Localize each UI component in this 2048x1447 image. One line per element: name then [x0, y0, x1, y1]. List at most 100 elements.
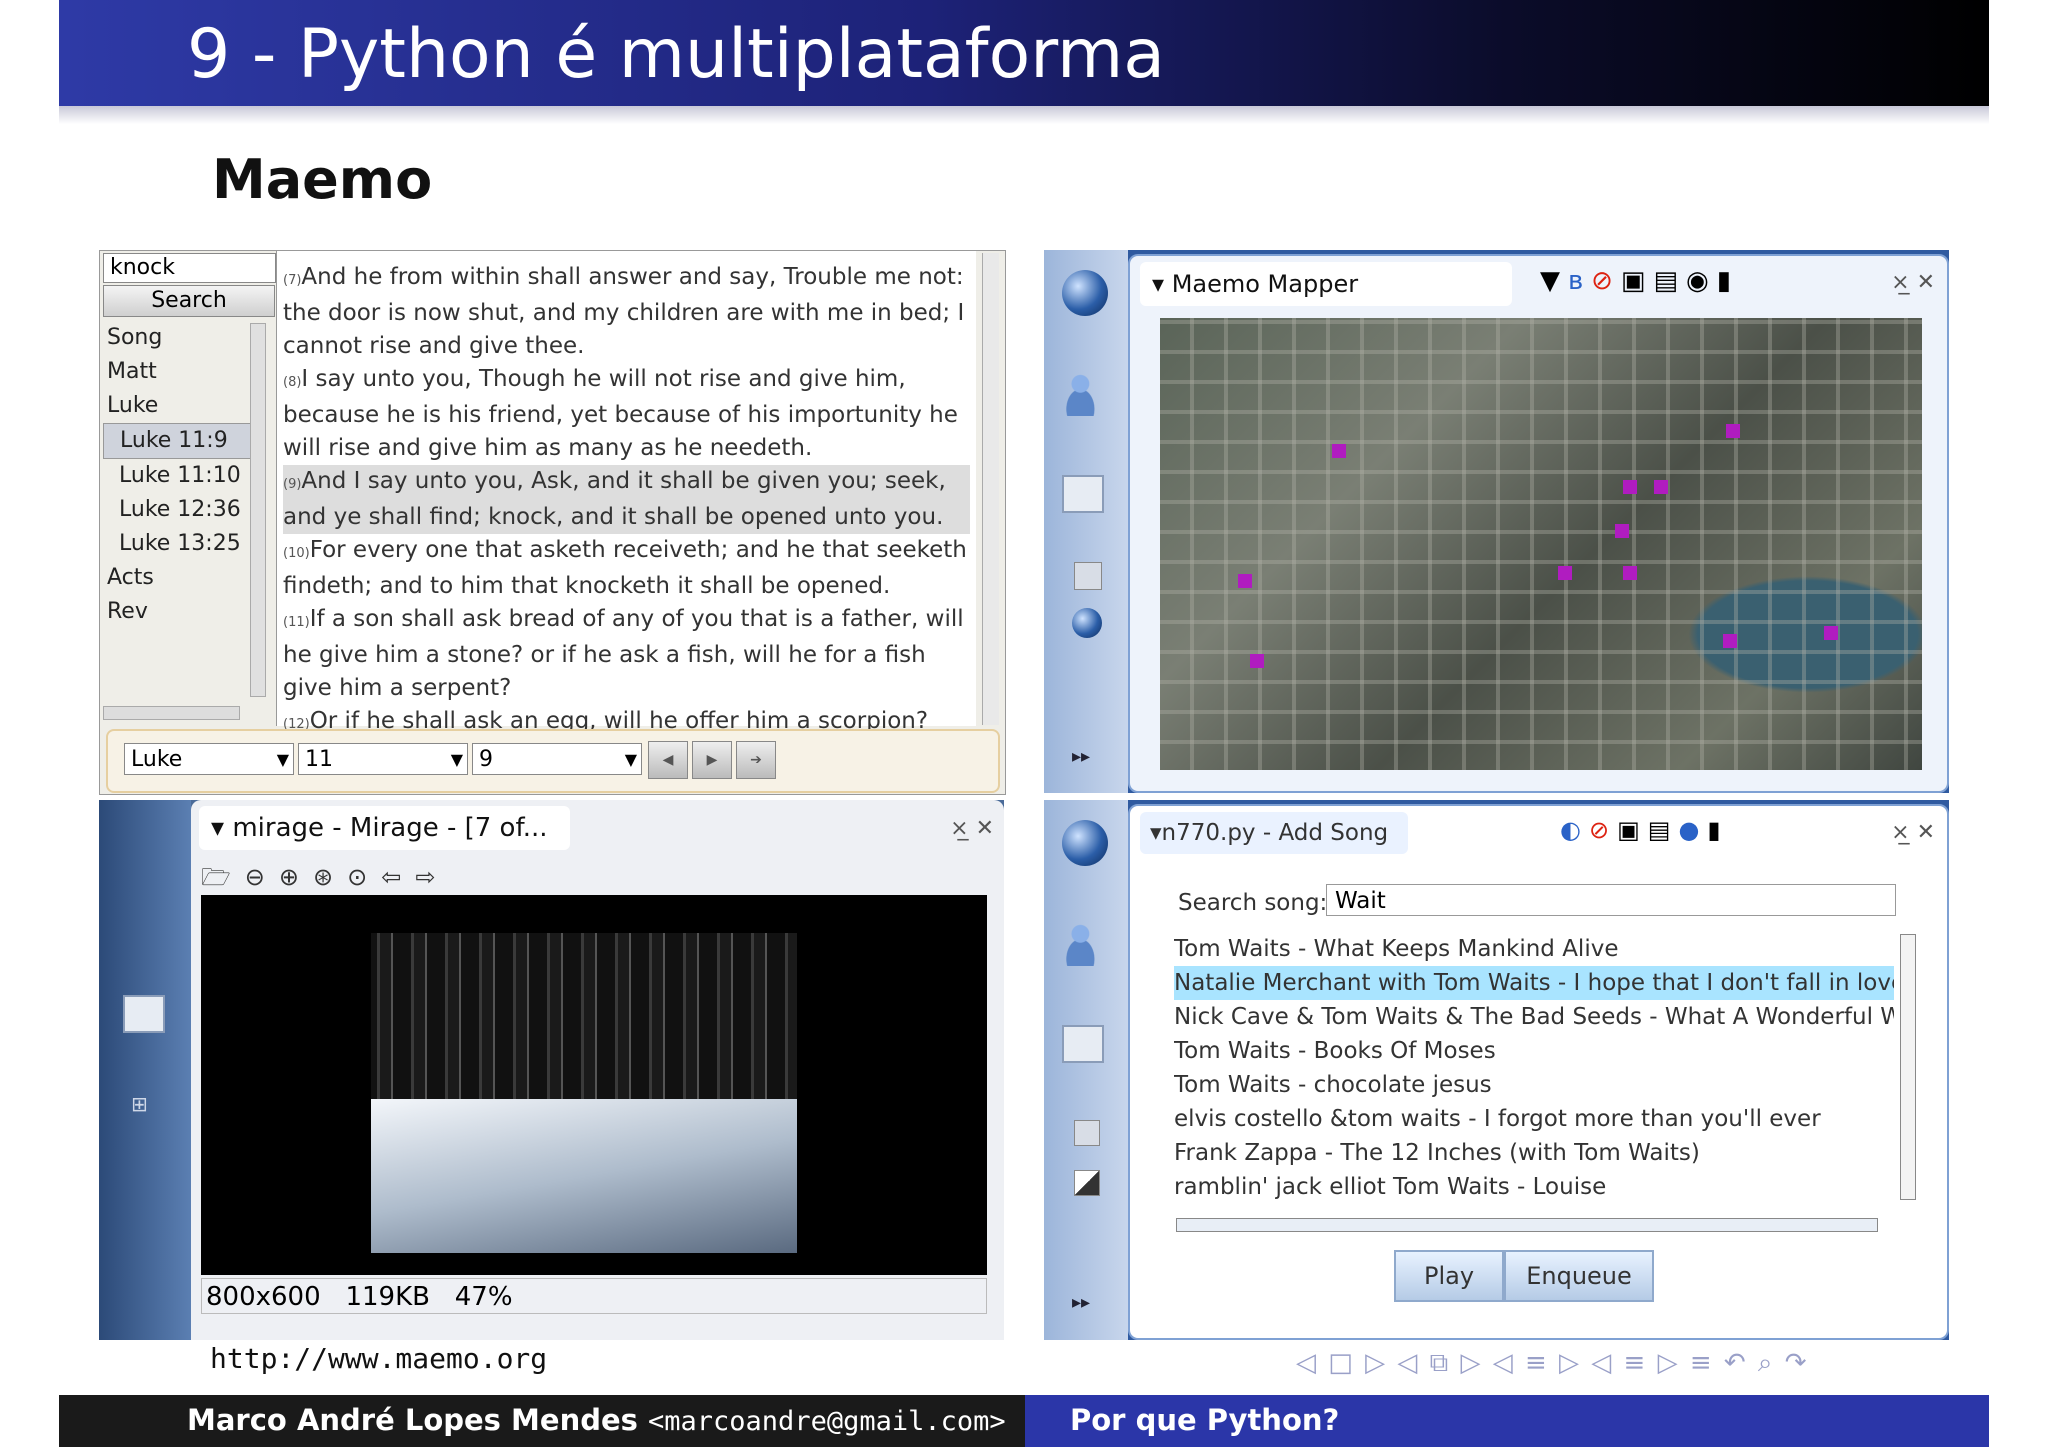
bible-book-list[interactable]: Song Matt Luke Luke 11:9 Luke 11:10 Luke… [103, 321, 263, 706]
book-item[interactable]: Acts [103, 561, 263, 595]
document-icon[interactable] [1074, 562, 1102, 590]
navigation-bar: Luke ▼ 11 ▼ 9 ▼ ◀ ▶ ➔ [106, 729, 1000, 793]
gps-icon[interactable]: ▣ [1617, 816, 1648, 844]
book-item[interactable]: Luke [103, 389, 263, 423]
beamer-navigation-symbols[interactable]: ◁ □ ▷ ◁ ⧉ ▷ ◁ ≡ ▷ ◁ ≡ ▷ ≡ ↶ ⌕ ↷ [1296, 1348, 1809, 1379]
small-globe-icon[interactable] [1072, 608, 1102, 638]
map-marker[interactable] [1654, 480, 1668, 494]
minimize-icon[interactable]: ⨯̲ [950, 816, 968, 841]
bible-search-input[interactable]: knock [103, 253, 276, 283]
document-icon[interactable] [1074, 1120, 1100, 1146]
footer-author-bar: Marco André Lopes Mendes <marcoandre@gma… [59, 1395, 1025, 1447]
map-marker[interactable] [1615, 524, 1629, 538]
zoom-in-icon[interactable]: ⊕ [279, 863, 313, 891]
book-list-hscrollbar[interactable] [103, 706, 240, 720]
book-item[interactable]: Rev [103, 595, 263, 629]
fast-forward-icon[interactable]: ▸▸ [1072, 1292, 1090, 1313]
zoom-fit-icon[interactable]: ⊛ [313, 863, 347, 891]
book-item-selected[interactable]: Luke 11:9 [103, 423, 263, 459]
map-marker[interactable] [1623, 566, 1637, 580]
apps-icon[interactable]: ⊞ [131, 1092, 153, 1116]
song-list-scrollbar[interactable] [1900, 934, 1916, 1200]
map-marker[interactable] [1723, 634, 1737, 648]
close-icon[interactable]: ✕ [976, 816, 994, 841]
toolbar-icons: ▼ʙ⊘▣▤◉▮ [1540, 266, 1739, 296]
enqueue-button[interactable]: Enqueue [1504, 1250, 1654, 1302]
map-marker[interactable] [1250, 654, 1264, 668]
song-item[interactable]: Tom Waits - What Keeps Mankind Alive [1174, 932, 1894, 966]
python-icon[interactable]: ◐ [1560, 816, 1589, 844]
map-marker[interactable] [1623, 480, 1637, 494]
map-marker[interactable] [1332, 444, 1346, 458]
globe-icon[interactable] [1062, 820, 1108, 866]
map-marker[interactable] [1238, 574, 1252, 588]
go-button[interactable]: ➔ [736, 741, 776, 779]
battery-icon[interactable]: ▮ [1707, 816, 1728, 844]
book-item[interactable]: Song [103, 321, 263, 355]
globe-icon[interactable] [1062, 270, 1108, 316]
book-item[interactable]: Luke 12:36 [103, 493, 263, 527]
bible-search-button[interactable]: Search [103, 285, 275, 317]
window-title[interactable]: ▾ mirage - Mirage - [7 of... [199, 806, 570, 850]
minimize-icon[interactable]: ⨯̲ [1891, 820, 1909, 845]
next-button[interactable]: ▶ [692, 741, 732, 779]
globe-small-icon[interactable]: ● [1678, 816, 1707, 844]
song-item-selected[interactable]: Natalie Merchant with Tom Waits - I hope… [1174, 966, 1894, 1000]
verse-scrollbar[interactable] [982, 253, 999, 725]
minimize-icon[interactable]: ⨯̲ [1891, 270, 1909, 295]
map-marker[interactable] [1726, 424, 1740, 438]
zoom-out-icon[interactable]: ⊖ [245, 863, 279, 891]
signal-icon[interactable]: ◉ [1686, 266, 1717, 296]
song-item[interactable]: Frank Zappa - The 12 Inches (with Tom Wa… [1174, 1136, 1894, 1170]
map-marker[interactable] [1824, 626, 1838, 640]
verse-combo[interactable]: 9 ▼ [472, 743, 642, 775]
song-list[interactable]: Tom Waits - What Keeps Mankind Alive Nat… [1174, 932, 1894, 1222]
contrast-icon[interactable] [1074, 1170, 1100, 1196]
song-item[interactable]: Tom Waits - chocolate jesus [1174, 1068, 1894, 1102]
song-list-hscrollbar[interactable] [1176, 1218, 1878, 1232]
bluetooth-icon[interactable]: ʙ [1568, 266, 1591, 296]
tools-icon[interactable]: ▤ [1653, 266, 1686, 296]
tools-icon[interactable]: ▤ [1648, 816, 1679, 844]
open-folder-icon[interactable]: 🗁 [201, 863, 245, 891]
zoom-actual-icon[interactable]: ⊙ [347, 863, 381, 891]
song-item[interactable]: ramblin' jack elliot Tom Waits - Louise [1174, 1170, 1894, 1204]
image-viewer[interactable] [201, 895, 987, 1275]
window-title[interactable]: ▾n770.py - Add Song [1140, 812, 1409, 854]
satellite-map[interactable] [1160, 318, 1922, 770]
bible-reader-screenshot: knock Search Song Matt Luke Luke 11:9 Lu… [99, 250, 1006, 795]
map-marker[interactable] [1558, 566, 1572, 580]
previous-arrow-icon[interactable]: ⇦ [381, 863, 415, 891]
chapter-combo[interactable]: 11 ▼ [298, 743, 468, 775]
verse-number: (8) [283, 375, 302, 390]
gps-icon[interactable]: ▣ [1621, 266, 1654, 296]
close-icon[interactable]: ✕ [1917, 820, 1935, 845]
fast-forward-icon[interactable]: ▸▸ [1072, 746, 1090, 767]
close-icon[interactable]: ✕ [1917, 270, 1935, 295]
song-item[interactable]: elvis costello &tom waits - I forgot mor… [1174, 1102, 1894, 1136]
book-item[interactable]: Matt [103, 355, 263, 389]
song-item[interactable]: Tom Waits - Books Of Moses [1174, 1034, 1894, 1068]
search-song-input[interactable]: Wait [1326, 884, 1896, 916]
windows-icon[interactable] [123, 995, 165, 1033]
maemo-mapper-screenshot: ▸▸ ▾ Maemo Mapper ▼ʙ⊘▣▤◉▮ ⨯̲ ✕ [1044, 250, 1949, 793]
window-title[interactable]: ▾ Maemo Mapper [1140, 262, 1512, 306]
stop-icon[interactable]: ⊘ [1589, 816, 1617, 844]
book-item[interactable]: Luke 11:10 [103, 459, 263, 493]
stop-icon[interactable]: ⊘ [1591, 266, 1621, 296]
book-combo[interactable]: Luke ▼ [124, 743, 294, 775]
play-button[interactable]: Play [1394, 1250, 1504, 1302]
windows-icon[interactable] [1062, 1025, 1104, 1063]
next-arrow-icon[interactable]: ⇨ [415, 863, 449, 891]
windows-icon[interactable] [1062, 475, 1104, 513]
contacts-icon[interactable] [1062, 370, 1108, 416]
filter-icon[interactable]: ▼ [1540, 266, 1568, 296]
contacts-icon[interactable] [1062, 920, 1108, 966]
footer-author: Marco André Lopes Mendes <marcoandre@gma… [187, 1403, 1006, 1437]
song-item[interactable]: Nick Cave & Tom Waits & The Bad Seeds - … [1174, 1000, 1894, 1034]
maemo-url[interactable]: http://www.maemo.org [210, 1342, 547, 1375]
book-list-scrollbar[interactable] [250, 323, 266, 697]
book-item[interactable]: Luke 13:25 [103, 527, 263, 561]
battery-icon[interactable]: ▮ [1717, 266, 1739, 296]
previous-button[interactable]: ◀ [648, 741, 688, 779]
